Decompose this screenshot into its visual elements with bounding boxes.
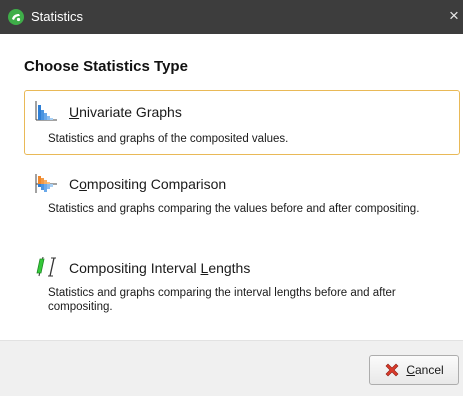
- interval-lengths-icon: [36, 257, 56, 277]
- option-compositing-comparison[interactable]: Compositing Comparison Statistics and gr…: [24, 165, 460, 237]
- option-compositing-interval-lengths[interactable]: Compositing Interval Lengths Statistics …: [24, 248, 460, 324]
- cancel-button[interactable]: Cancel: [369, 355, 459, 385]
- dialog-heading: Choose Statistics Type: [24, 58, 188, 75]
- option-description-interval-lengths: Statistics and graphs comparing the inte…: [48, 287, 396, 313]
- comparison-histogram-icon: [35, 174, 57, 193]
- window-title: Statistics: [31, 9, 84, 24]
- statistics-dialog: Statistics × Choose Statistics Type Univ…: [0, 0, 463, 396]
- option-univariate-graphs[interactable]: Univariate Graphs Statistics and graphs …: [24, 90, 460, 155]
- option-description-univariate: Statistics and graphs of the composited …: [48, 133, 289, 145]
- histogram-icon: [35, 101, 57, 121]
- title-bar: Statistics ×: [0, 0, 463, 34]
- option-title-univariate: Univariate Graphs: [69, 104, 182, 120]
- cancel-x-icon: [385, 363, 399, 377]
- close-icon[interactable]: ×: [449, 7, 459, 25]
- option-title-interval-lengths: Compositing Interval Lengths: [69, 260, 251, 276]
- option-description-comparison: Statistics and graphs comparing the valu…: [48, 203, 420, 215]
- app-icon: [8, 9, 24, 25]
- dialog-footer: Cancel: [0, 340, 463, 396]
- option-title-comparison: Compositing Comparison: [69, 176, 227, 192]
- cancel-button-label: Cancel: [406, 363, 444, 377]
